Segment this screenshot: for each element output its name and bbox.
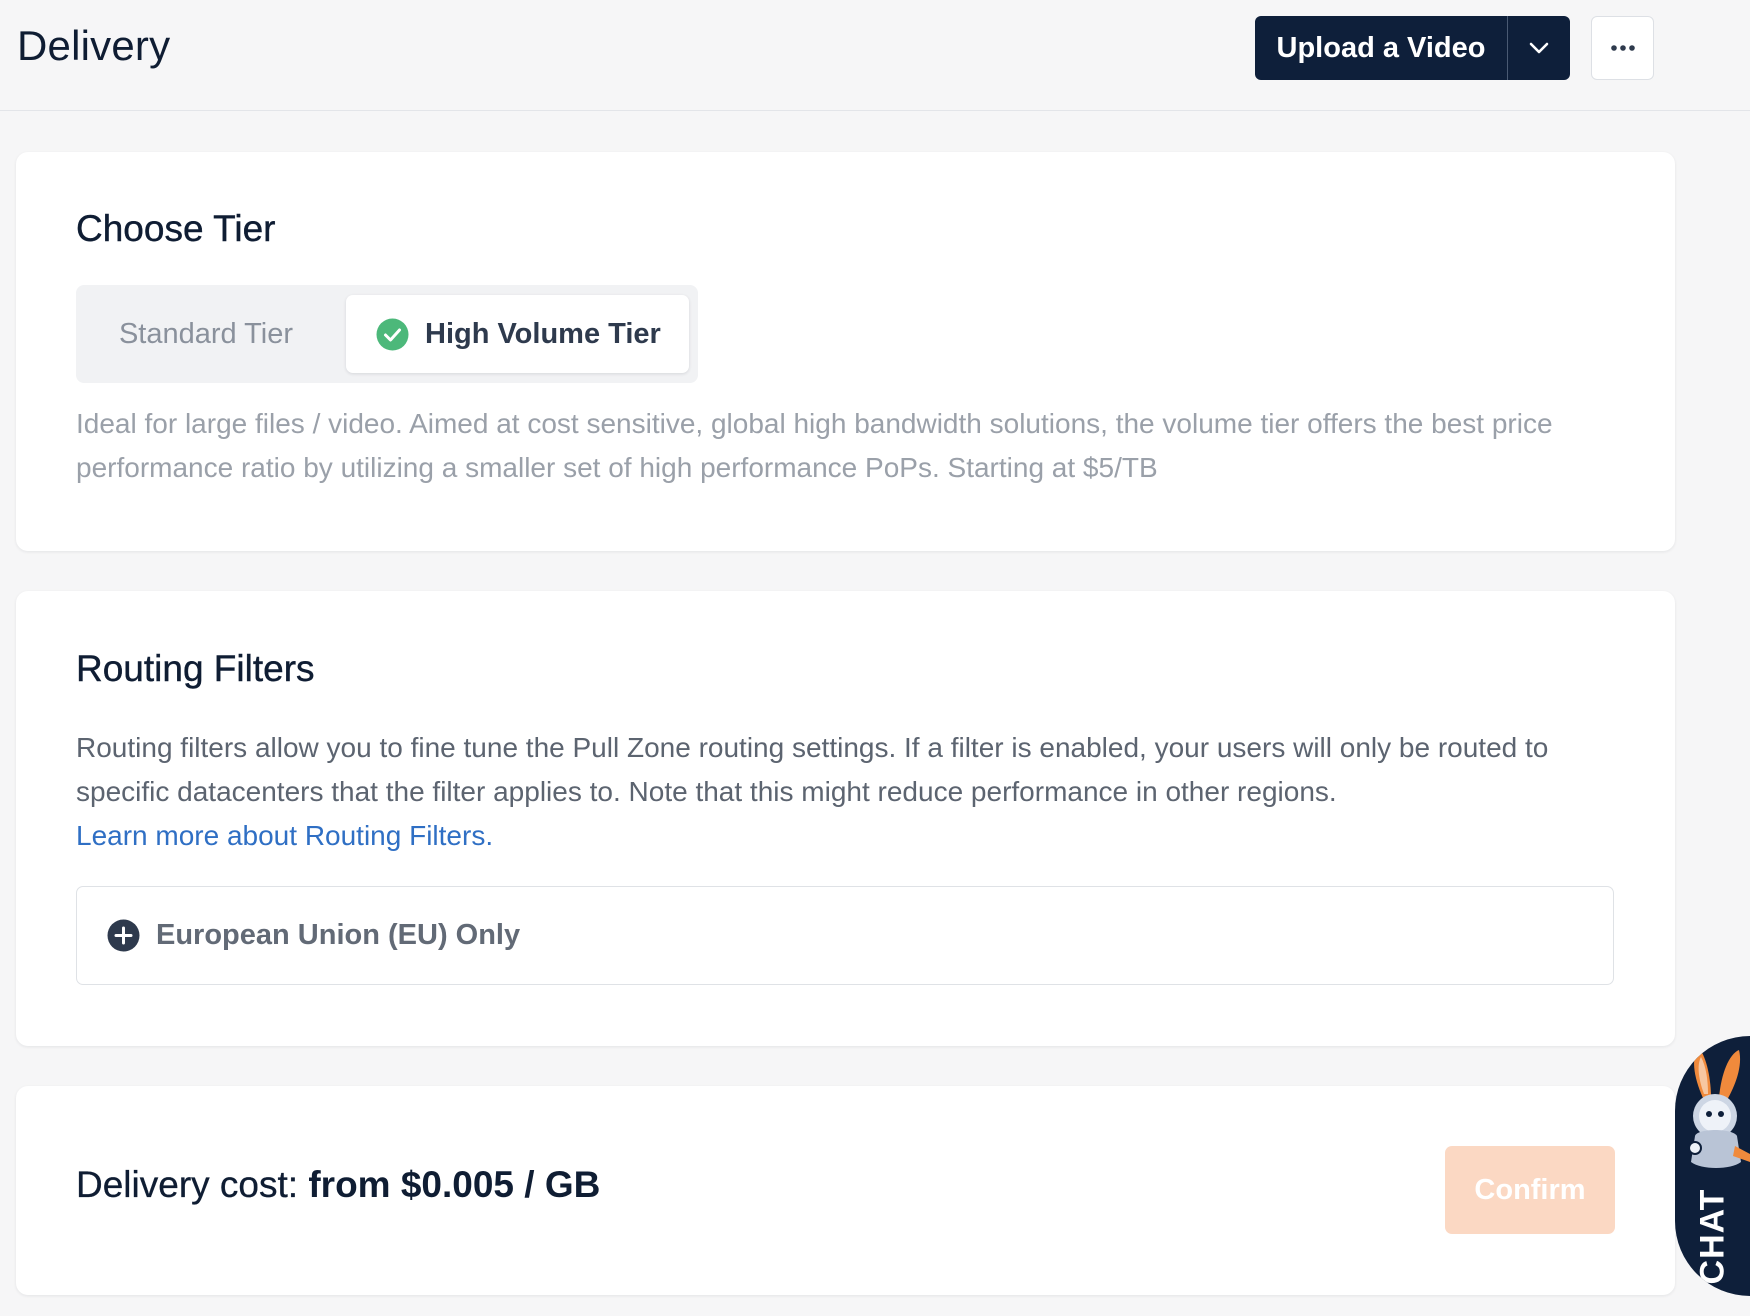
ellipsis-icon <box>1610 45 1635 51</box>
upload-options-toggle[interactable] <box>1508 16 1570 80</box>
tier-option-high-volume[interactable]: High Volume Tier <box>346 295 689 373</box>
tier-option-high-volume-label: High Volume Tier <box>425 317 661 350</box>
plus-circle-icon <box>107 919 140 952</box>
top-bar: Delivery Upload a Video <box>0 0 1750 111</box>
chat-widget[interactable]: CHAT <box>1675 1036 1750 1296</box>
routing-filters-heading: Routing Filters <box>76 648 315 689</box>
routing-description: Routing filters allow you to fine tune t… <box>76 726 1636 858</box>
link-suffix: . <box>485 820 494 851</box>
tier-option-standard[interactable]: Standard Tier <box>76 285 336 383</box>
choose-tier-card: Choose Tier Standard Tier High Volume Ti… <box>16 152 1675 551</box>
upload-video-button[interactable]: Upload a Video <box>1255 16 1507 80</box>
delivery-cost-card: Delivery cost: from $0.005 / GB Confirm <box>16 1086 1675 1295</box>
delivery-cost-label: Delivery cost: <box>76 1164 309 1205</box>
check-circle-icon <box>376 318 409 350</box>
chevron-down-icon <box>1529 42 1549 54</box>
tier-segmented-control: Standard Tier High Volume Tier <box>76 285 698 383</box>
learn-more-routing-link[interactable]: Learn more about Routing Filters <box>76 820 485 851</box>
choose-tier-heading: Choose Tier <box>76 208 276 249</box>
confirm-button[interactable]: Confirm <box>1445 1146 1615 1234</box>
routing-filters-card: Routing Filters Routing filters allow yo… <box>16 591 1675 1046</box>
eu-only-filter[interactable]: European Union (EU) Only <box>76 886 1614 985</box>
eu-only-filter-label: European Union (EU) Only <box>156 919 521 951</box>
delivery-cost-value: from $0.005 / GB <box>308 1164 601 1205</box>
tier-description: Ideal for large files / video. Aimed at … <box>76 408 1553 483</box>
page-title: Delivery <box>17 22 171 69</box>
delivery-page: Delivery Upload a Video Choose Tier Stan… <box>0 0 1750 1316</box>
chat-label: CHAT <box>1675 1176 1750 1296</box>
chat-label-text: CHAT <box>1693 1188 1731 1284</box>
routing-description-text: Routing filters allow you to fine tune t… <box>76 732 1549 807</box>
bunny-mascot-icon <box>1688 1048 1750 1168</box>
delivery-cost-text: Delivery cost: from $0.005 / GB <box>76 1164 601 1206</box>
more-options-button[interactable] <box>1591 16 1654 80</box>
upload-video-split-button: Upload a Video <box>1255 16 1570 80</box>
